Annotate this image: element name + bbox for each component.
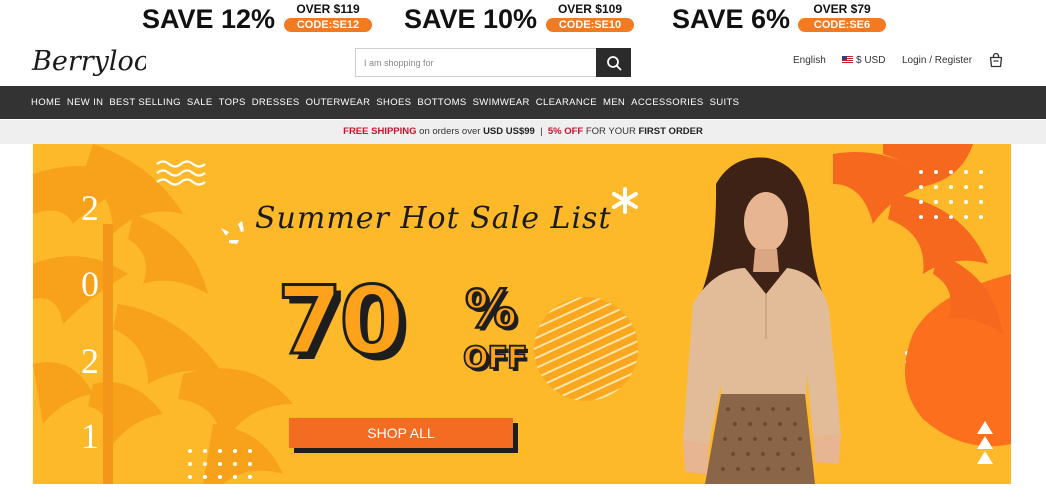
- off-label: OFF: [462, 341, 528, 377]
- main-nav: HOME NEW IN BEST SELLING SALE TOPS DRESS…: [0, 86, 1046, 119]
- year-digit: 1: [81, 416, 99, 456]
- percent-sign: %: [464, 280, 519, 340]
- promo-threshold: OVER $79: [813, 2, 871, 16]
- shipping-text-2: FOR YOUR: [583, 126, 639, 137]
- promo-threshold: OVER $109: [557, 2, 623, 16]
- nav-item-shoes[interactable]: SHOES: [376, 97, 411, 108]
- first-order-discount: 5% OFF: [547, 126, 584, 137]
- nav-item-suits[interactable]: SUITS: [710, 97, 740, 108]
- currency-label: $ USD: [856, 55, 886, 66]
- discount-number: 70: [276, 267, 407, 376]
- hero-banner[interactable]: 2 0 2 1 Summer Hot Sale List 70 % OFF SH…: [33, 144, 1011, 484]
- nav-item-tops[interactable]: TOPS: [219, 97, 246, 108]
- promo-save: SAVE 6%: [672, 4, 791, 34]
- nav-item-home[interactable]: HOME: [31, 97, 61, 108]
- promo-strip: SAVE 12% OVER $119 CODE:SE12 SAVE 10% OV…: [0, 0, 1046, 38]
- nav-item-men[interactable]: MEN: [603, 97, 625, 108]
- nav-item-new-in[interactable]: NEW IN: [67, 97, 103, 108]
- us-flag-icon: [842, 56, 853, 64]
- nav-item-outerwear[interactable]: OUTERWEAR: [306, 97, 371, 108]
- year-digit: 2: [81, 188, 99, 228]
- promo-save: SAVE 12%: [142, 4, 276, 34]
- promo-save: SAVE 10%: [404, 4, 538, 34]
- year-digit: 0: [81, 264, 99, 304]
- year-digit: 2: [81, 341, 99, 381]
- shipping-threshold: USD US$99: [483, 126, 535, 137]
- palm-leaves-right: [833, 144, 1003, 334]
- nav-item-swimwear[interactable]: SWIMWEAR: [473, 97, 530, 108]
- shopping-bag-icon[interactable]: [988, 52, 1004, 68]
- search-bar: [355, 48, 631, 77]
- language-selector[interactable]: English: [793, 54, 826, 68]
- sparkle-marks: [221, 221, 244, 244]
- nav-item-accessories[interactable]: ACCESSORIES: [631, 97, 703, 108]
- banner-artwork: [33, 144, 1011, 484]
- nav-item-sale[interactable]: SALE: [187, 97, 213, 108]
- palm-leaves-left: [33, 144, 293, 484]
- free-shipping-label: FREE SHIPPING: [343, 126, 417, 137]
- nav-item-bottoms[interactable]: BOTTOMS: [417, 97, 466, 108]
- berrylook-logo[interactable]: Berrylook: [30, 42, 146, 82]
- wave-lines: [156, 160, 206, 186]
- nav-item-dresses[interactable]: DRESSES: [252, 97, 300, 108]
- shipping-separator: |: [534, 126, 548, 137]
- first-order-label: FIRST ORDER: [638, 126, 703, 137]
- banner-title: Summer Hot Sale List: [255, 201, 612, 236]
- promo-code-badge: CODE:SE6: [798, 18, 886, 32]
- nav-item-best-selling[interactable]: BEST SELLING: [109, 97, 181, 108]
- shipping-notice: FREE SHIPPING on orders over USD US$99 |…: [0, 120, 1046, 144]
- promo-threshold: OVER $119: [296, 2, 360, 16]
- promo-code-badge: CODE:SE12: [284, 18, 372, 32]
- nav-item-clearance[interactable]: CLEARANCE: [536, 97, 597, 108]
- nav-list: HOME NEW IN BEST SELLING SALE TOPS DRESS…: [31, 86, 739, 119]
- logo-text: Berrylook: [31, 46, 146, 77]
- login-register-link[interactable]: Login / Register: [902, 54, 972, 68]
- shipping-text: on orders over: [416, 126, 484, 137]
- currency-selector[interactable]: $ USD: [842, 54, 885, 68]
- model-photo: [683, 157, 841, 484]
- shop-all-button[interactable]: SHOP ALL: [289, 418, 513, 448]
- search-input[interactable]: [356, 49, 596, 76]
- promo-code-badge: CODE:SE10: [546, 18, 634, 32]
- search-icon: [606, 55, 621, 70]
- search-button[interactable]: [596, 48, 631, 77]
